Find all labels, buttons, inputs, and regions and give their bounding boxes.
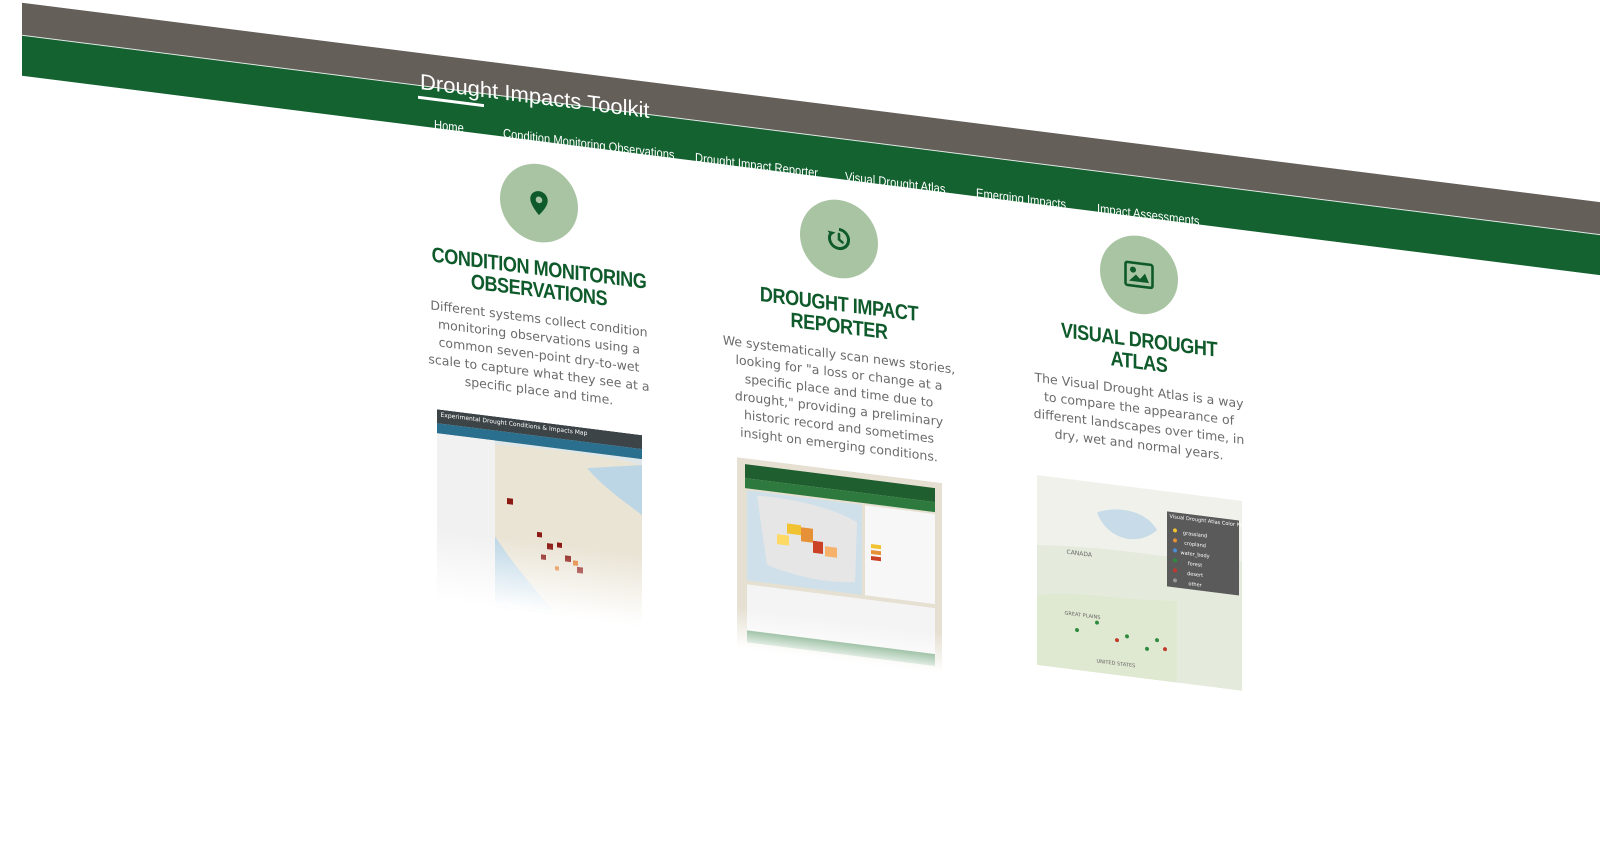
- condition-monitoring-screenshot[interactable]: Experimental Drought Conditions & Impact…: [436, 409, 642, 626]
- map-pin-icon: [530, 191, 548, 216]
- feature-description: We systematically scan news stories, loo…: [722, 332, 956, 465]
- image-icon: [1124, 260, 1154, 290]
- visual-drought-atlas-screenshot[interactable]: Visual Drought Atlas Color Photos grassl…: [1036, 474, 1242, 691]
- feature-drought-impact-reporter: DROUGHT IMPACT REPORTER We systematicall…: [714, 184, 964, 676]
- feature-icon-circle[interactable]: [1100, 230, 1178, 319]
- nav-home[interactable]: Home: [434, 117, 464, 136]
- feature-icon-circle[interactable]: [500, 159, 578, 248]
- login-separator: |: [1246, 127, 1250, 144]
- legend-list: grassland cropland water_body forest des…: [1181, 528, 1210, 592]
- feature-description: Different systems collect condition moni…: [428, 297, 650, 408]
- feature-visual-drought-atlas: VISUAL DROUGHT ATLAS The Visual Drought …: [1014, 220, 1264, 694]
- feature-icon-circle[interactable]: [800, 195, 878, 283]
- drought-impact-reporter-screenshot[interactable]: [736, 457, 942, 673]
- page-stage: Drought Impacts Toolkit | Login Home Con…: [0, 0, 1600, 842]
- login-area: | Login: [1246, 127, 1292, 149]
- feature-condition-monitoring: CONDITION MONITORING OBSERVATIONS Differ…: [414, 148, 664, 628]
- login-link[interactable]: Login: [1257, 129, 1291, 149]
- history-icon: [827, 227, 851, 251]
